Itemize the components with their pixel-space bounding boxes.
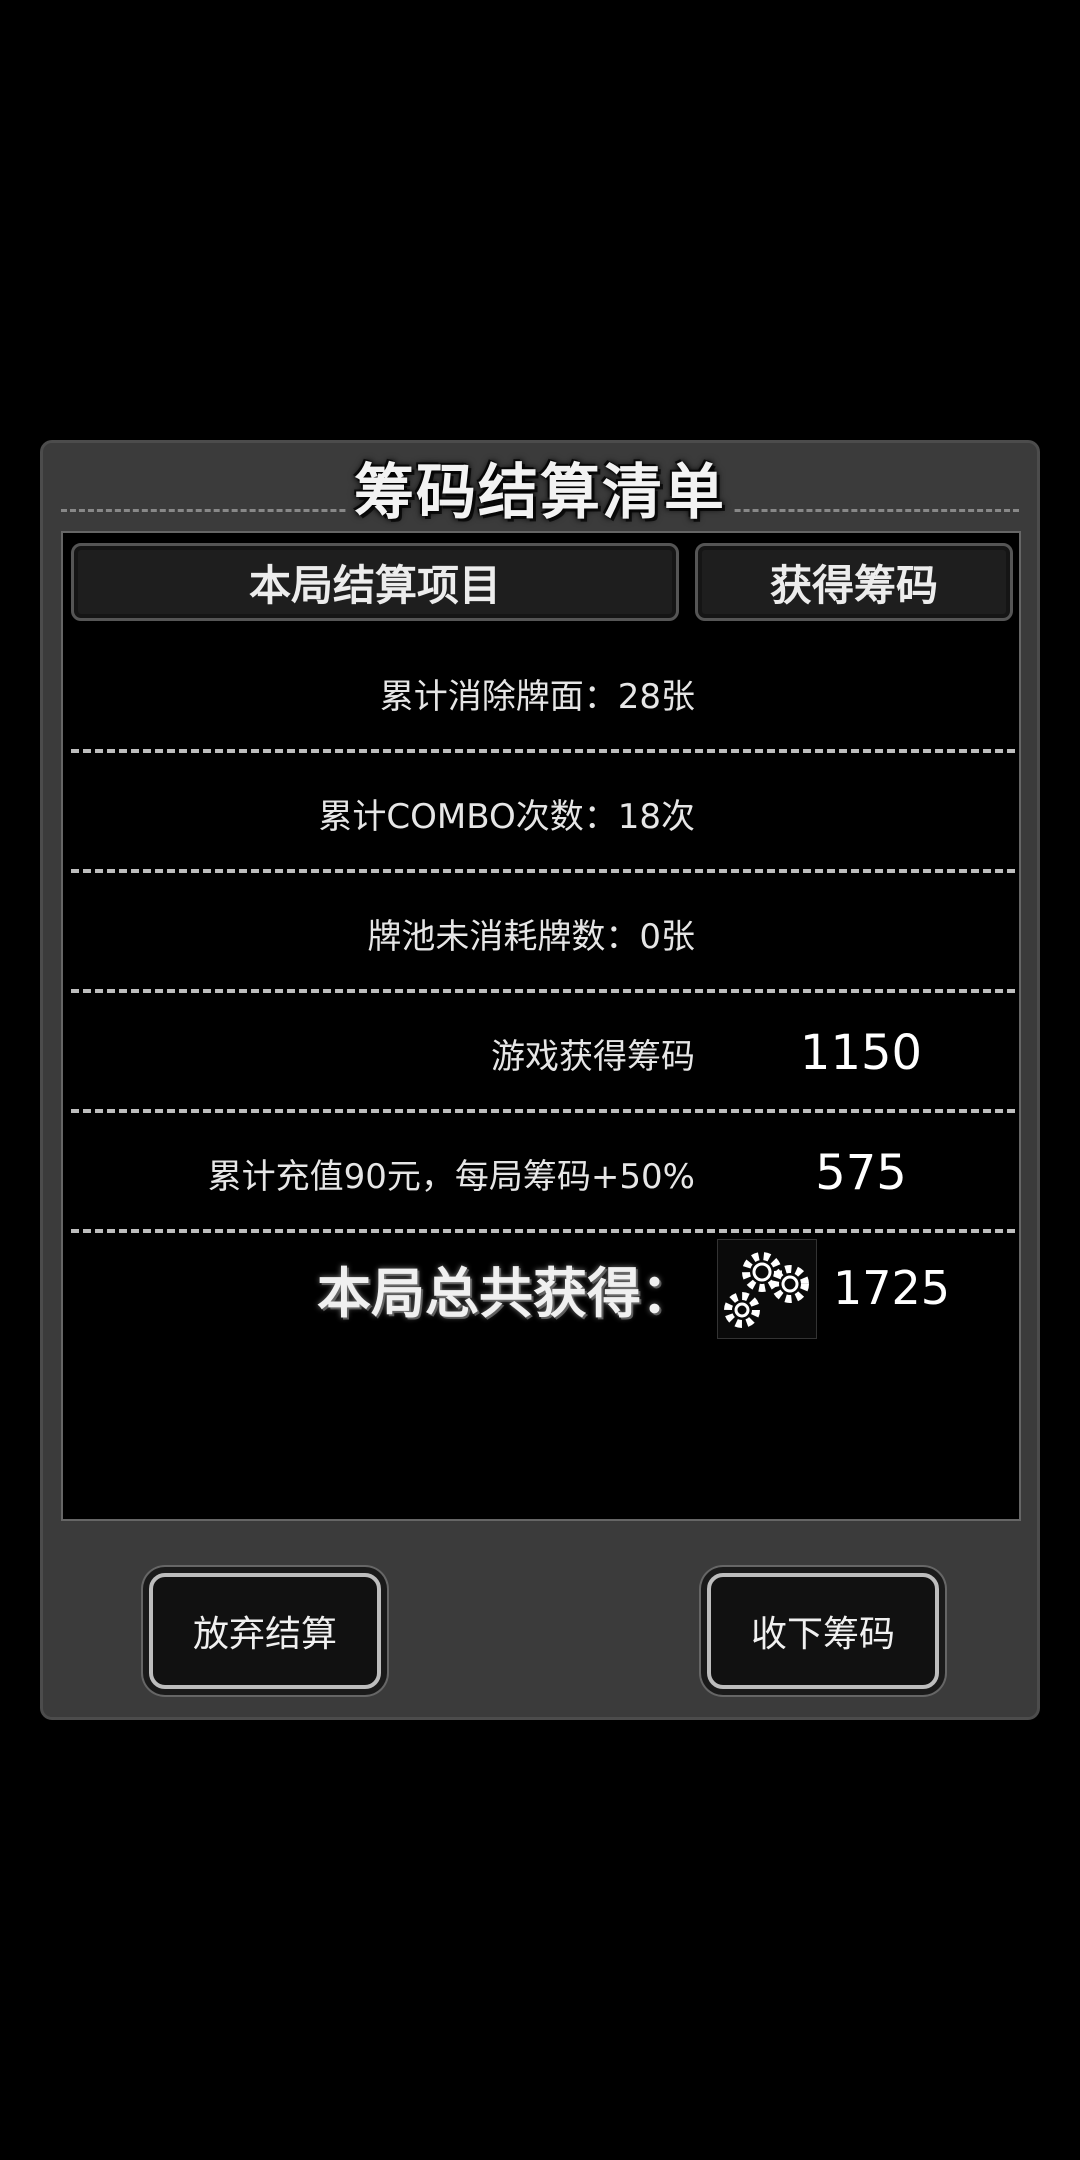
settlement-row-recharge-bonus: 累计充值90元，每局筹码+50% 575 [71,1113,1015,1233]
settlement-row-combo-count: 累计COMBO次数：18次 [71,753,1015,873]
header-chips-earned: 获得筹码 [695,543,1013,621]
row-value [711,873,1011,993]
settlement-row-unused-cards: 牌池未消耗牌数：0张 [71,873,1015,993]
header-settlement-items-label: 本局结算项目 [248,560,501,610]
header-settlement-items: 本局结算项目 [71,543,679,621]
row-value: 1150 [799,1025,923,1081]
row-value: 575 [815,1145,907,1201]
settlement-row-cleared-cards: 累计消除牌面：28张 [71,633,1015,753]
abandon-settlement-button[interactable]: 放弃结算 [149,1573,381,1689]
dialog-title-text: 筹码结算清单 [346,458,734,528]
row-value [711,633,1011,753]
row-label: 累计充值90元，每局筹码+50% [207,1156,695,1197]
total-value: 1725 [833,1261,951,1315]
settlement-panel: 本局结算项目 获得筹码 累计消除牌面：28张 累计COMBO次数：18次 牌池未… [61,531,1021,1521]
settlement-row-game-chips: 游戏获得筹码 1150 [71,993,1015,1113]
row-label: 累计消除牌面：28张 [379,676,695,717]
header-chips-earned-label: 获得筹码 [769,560,938,610]
row-value [711,753,1011,873]
total-label: 本局总共获得： [317,1261,695,1325]
total-row: 本局总共获得： 1725 [71,1233,1015,1343]
collect-chips-button[interactable]: 收下筹码 [707,1573,939,1689]
row-label: 牌池未消耗牌数：0张 [367,916,695,957]
settlement-dialog: 筹码结算清单 本局结算项目 获得筹码 累计消除牌面：28张 累计COMBO次数：… [40,440,1040,1720]
poker-chips-icon [717,1239,817,1339]
row-label: 游戏获得筹码 [491,1036,695,1077]
row-label: 累计COMBO次数：18次 [318,796,695,837]
